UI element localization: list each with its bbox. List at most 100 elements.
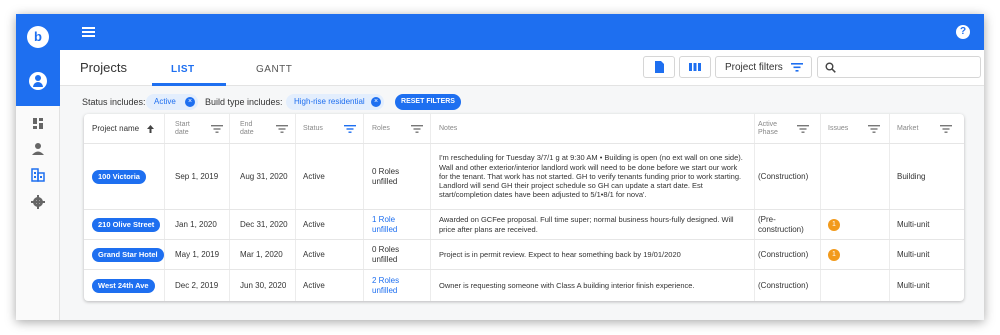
active-tab-indicator xyxy=(152,83,226,86)
search-icon xyxy=(825,62,836,73)
start-date-cell: May 1, 2019 xyxy=(175,249,220,259)
market-cell: Multi-unit xyxy=(897,219,930,229)
filter-icon[interactable] xyxy=(276,125,288,133)
issues-cell xyxy=(828,144,883,209)
sort-ascending-icon[interactable] xyxy=(146,124,155,134)
tab-list[interactable]: LIST xyxy=(171,64,195,75)
status-cell: Active xyxy=(303,219,325,229)
project-name-cell: Grand Star Hotel xyxy=(92,240,164,269)
column-header-market[interactable]: Market xyxy=(897,114,937,144)
project-name-cell: 210 Olive Street xyxy=(92,210,162,239)
status-filter-label: Status includes: xyxy=(82,97,146,107)
filter-icon xyxy=(791,63,803,72)
settings-gear-icon[interactable] xyxy=(28,194,48,210)
document-icon xyxy=(655,61,664,73)
document-view-button[interactable] xyxy=(643,56,675,78)
issue-count-badge[interactable]: 1 xyxy=(828,218,840,231)
notes-cell: Awarded on GCFee proposal. Full time sup… xyxy=(439,215,734,234)
columns-icon xyxy=(689,63,701,71)
account-icon[interactable] xyxy=(29,72,47,90)
column-header-end-date[interactable]: End date xyxy=(240,114,262,144)
roles-link[interactable]: 1 Role unfilled xyxy=(372,210,414,239)
roles-link[interactable]: 2 Roles unfilled xyxy=(372,270,417,301)
filter-icon[interactable] xyxy=(344,125,356,133)
project-name-pill[interactable]: Grand Star Hotel xyxy=(92,247,164,262)
project-name-pill[interactable]: 100 Victoria xyxy=(92,169,146,184)
market-cell: Multi-unit xyxy=(897,249,930,259)
column-header-roles[interactable]: Roles xyxy=(372,114,412,144)
active-phase-cell: (Construction) xyxy=(758,171,809,181)
column-header-status[interactable]: Status xyxy=(303,114,343,144)
status-filter-value: Active xyxy=(154,97,176,106)
market-cell: Multi-unit xyxy=(897,280,930,290)
active-phase-cell: (Pre-construction) xyxy=(758,214,804,234)
project-name-pill[interactable]: 210 Olive Street xyxy=(92,217,161,232)
columns-view-button[interactable] xyxy=(679,56,711,78)
project-name-pill[interactable]: West 24th Ave xyxy=(92,278,155,293)
build-type-filter-value: High-rise residential xyxy=(294,97,365,106)
filter-icon[interactable] xyxy=(411,125,423,133)
projects-table: Project name Start date End date Status … xyxy=(84,114,964,301)
project-name-cell: West 24th Ave xyxy=(92,270,162,301)
start-date-cell: Sep 1, 2019 xyxy=(175,171,219,181)
clear-build-type-filter-icon[interactable]: × xyxy=(371,97,381,107)
market-cell: Building xyxy=(897,171,926,181)
clear-status-filter-icon[interactable]: × xyxy=(185,97,195,107)
search-input[interactable] xyxy=(817,56,981,78)
end-date-cell: Jun 30, 2020 xyxy=(240,280,287,290)
side-rail: b xyxy=(16,14,60,320)
filter-icon[interactable] xyxy=(868,125,880,133)
table-row[interactable]: 100 Victoria Sep 1, 2019 Aug 31, 2020 Ac… xyxy=(84,144,964,210)
roles-cell: 0 Roles unfilled xyxy=(372,166,400,186)
tab-gantt[interactable]: GANTT xyxy=(256,64,292,75)
help-icon[interactable]: ? xyxy=(956,25,970,39)
filter-icon[interactable] xyxy=(940,125,952,133)
app-window: b ? Projects LIST GANTT Project filters … xyxy=(16,14,984,320)
build-type-filter-chip[interactable]: High-rise residential × xyxy=(286,94,384,110)
status-filter-chip[interactable]: Active × xyxy=(146,94,198,110)
active-filters-bar: Status includes: Active × Build type inc… xyxy=(60,94,984,112)
filter-icon[interactable] xyxy=(211,125,223,133)
build-type-filter-label: Build type includes: xyxy=(205,97,283,107)
start-date-cell: Dec 2, 2019 xyxy=(175,280,219,290)
menu-icon[interactable] xyxy=(82,27,95,37)
table-row[interactable]: 210 Olive Street Jan 1, 2020 Dec 31, 202… xyxy=(84,210,964,240)
notes-cell: Owner is requesting someone with Class A… xyxy=(439,280,695,290)
notes-cell: Project is in permit review. Expect to h… xyxy=(439,249,681,259)
building-icon[interactable] xyxy=(28,167,48,183)
start-date-cell: Jan 1, 2020 xyxy=(175,219,217,229)
status-cell: Active xyxy=(303,171,325,181)
filter-icon[interactable] xyxy=(797,125,809,133)
table-row[interactable]: West 24th Ave Dec 2, 2019 Jun 30, 2020 A… xyxy=(84,270,964,301)
project-filters-button[interactable]: Project filters xyxy=(715,56,812,78)
page-toolbar: Projects LIST GANTT Project filters xyxy=(60,50,984,86)
project-name-cell: 100 Victoria xyxy=(92,144,162,209)
issues-cell: 1 xyxy=(828,240,883,269)
column-header-notes[interactable]: Notes xyxy=(439,114,499,144)
column-header-active-phase[interactable]: Active Phase xyxy=(758,114,790,144)
issues-cell xyxy=(828,270,883,301)
end-date-cell: Mar 1, 2020 xyxy=(240,249,283,259)
column-header-project-name[interactable]: Project name xyxy=(92,114,147,144)
status-cell: Active xyxy=(303,280,325,290)
table-row[interactable]: Grand Star Hotel May 1, 2019 Mar 1, 2020… xyxy=(84,240,964,270)
rail-header: b xyxy=(16,14,60,106)
top-app-bar: ? xyxy=(60,14,984,50)
app-logo[interactable]: b xyxy=(27,26,49,48)
active-phase-cell: (Construction) xyxy=(758,249,809,259)
column-header-start-date[interactable]: Start date xyxy=(175,114,199,144)
end-date-cell: Dec 31, 2020 xyxy=(240,219,288,229)
reset-filters-button[interactable]: RESET FILTERS xyxy=(395,94,461,110)
page-title: Projects xyxy=(80,60,127,75)
dashboard-icon[interactable] xyxy=(28,116,48,132)
roles-cell: 0 Roles unfilled xyxy=(372,244,400,264)
person-icon[interactable] xyxy=(28,141,48,157)
table-header-row: Project name Start date End date Status … xyxy=(84,114,964,144)
notes-cell: I'm rescheduling for Tuesday 3/7/1 g at … xyxy=(439,153,743,200)
end-date-cell: Aug 31, 2020 xyxy=(240,171,288,181)
column-header-issues[interactable]: Issues xyxy=(828,114,868,144)
status-cell: Active xyxy=(303,249,325,259)
issue-count-badge[interactable]: 1 xyxy=(828,248,840,261)
project-filters-label: Project filters xyxy=(725,62,783,73)
issues-cell: 1 xyxy=(828,210,883,239)
